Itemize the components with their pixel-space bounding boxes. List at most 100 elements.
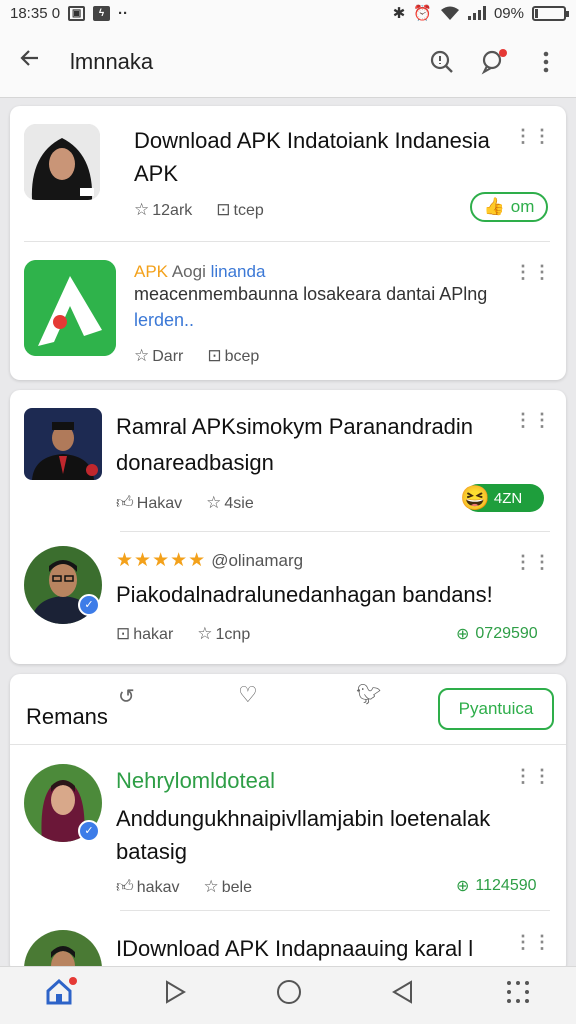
apps-grid-button[interactable] <box>505 979 531 1012</box>
more-options-button[interactable]: ⋮⋮ <box>514 410 552 431</box>
gallery-notification-icon: ▣ <box>68 5 86 21</box>
back-nav-button[interactable] <box>392 980 414 1011</box>
bluetooth-icon: ✱ <box>392 5 406 22</box>
share-meta: ⊡ tcep <box>216 200 264 219</box>
rating-meta: ☆ 12ark <box>134 200 193 219</box>
rating-meta: ☆ Darr <box>134 346 184 365</box>
list-item[interactable]: Ramral APKsimokym Paranandradin donaread… <box>10 390 566 530</box>
section-label: Remans <box>26 704 108 729</box>
more-notifications-icon: ·· <box>118 4 129 22</box>
more-options-button[interactable]: ⋮⋮ <box>514 262 552 283</box>
download-box-icon: ⊕ <box>456 878 470 895</box>
verified-badge-icon: ✓ <box>78 820 100 842</box>
like-meta: 👍︎ hakav <box>116 877 180 896</box>
comment-meta: ⊡ hakar <box>116 624 174 643</box>
more-options-button[interactable]: ⋮⋮ <box>514 766 552 787</box>
item-subtitle: donareadbasign <box>116 450 274 475</box>
search-icon <box>430 50 453 73</box>
app-thumbnail <box>24 124 100 200</box>
wifi-icon <box>440 6 459 20</box>
more-vertical-icon <box>543 51 549 72</box>
android-app-icon <box>24 260 116 356</box>
woman-hijab-image <box>24 124 100 200</box>
more-options-button[interactable]: ⋮⋮ <box>514 126 552 147</box>
verified-badge-icon: ✓ <box>78 594 100 616</box>
download-pill[interactable]: 👍 om <box>470 192 548 222</box>
item-link[interactable]: lerden.. <box>134 308 194 332</box>
share-count: ⊕ 0729590 <box>456 625 538 643</box>
arrow-left-icon <box>20 50 38 66</box>
home-notification-dot <box>69 977 78 985</box>
star-outline-icon: ☆ <box>197 624 213 643</box>
dots-grid-icon <box>506 981 529 1003</box>
star-outline-icon: ☆ <box>203 876 219 896</box>
battery-percent: 09% <box>493 4 524 22</box>
system-nav-bar <box>0 966 576 1024</box>
box-icon: ⊡ <box>216 200 231 219</box>
back-button[interactable] <box>18 46 58 77</box>
like-meta: 👍︎ Hakav <box>116 493 183 512</box>
thumbs-up-outline-icon: 👍︎ <box>116 877 134 896</box>
list-item[interactable]: ✓ ★★★★★ @olinamarg Piakodalnadralunedanh… <box>10 532 566 664</box>
home-tab-button[interactable] <box>45 977 78 1012</box>
list-item[interactable]: ✓ Nehrylomldoteal Anddungukhnaipivllamja… <box>10 746 566 906</box>
five-star-rating-icon: ★★★★★ <box>116 550 207 571</box>
notification-dot <box>499 48 507 57</box>
heart-outline-icon[interactable]: ♡ <box>238 682 258 708</box>
list-item[interactable]: Download APK Indatoiank Indanesia APK ⋮⋮… <box>10 106 566 240</box>
laughing-emoji-icon: 😆 <box>460 484 490 512</box>
star-outline-icon: ☆ <box>134 346 150 365</box>
section-header: Remans ↺ ♡ 🐦︎ Pyantuica <box>10 674 566 742</box>
overflow-menu-button[interactable] <box>530 46 562 78</box>
star-meta: ☆ 1cnp <box>197 624 251 643</box>
notifications-button[interactable] <box>478 46 510 78</box>
box-icon: ⊡ <box>207 346 222 365</box>
item-title: Download APK Indatoiank Indanesia APK <box>134 128 490 186</box>
news-thumbnail <box>24 408 102 480</box>
hook-icon[interactable]: ↺ <box>118 684 135 709</box>
feed-card-1: Download APK Indatoiank Indanesia APK ⋮⋮… <box>10 106 566 380</box>
feed-card-2: Ramral APKsimokym Paranandradin donaread… <box>10 390 566 664</box>
list-item[interactable]: IDownload APK Indapnaauing karal l ⋮⋮ <box>10 912 566 972</box>
item-title: IDownload APK Indapnaauing karal l <box>116 936 474 961</box>
bird-icon[interactable]: 🐦︎ <box>356 682 381 707</box>
author-name[interactable]: Nehrylomldoteal <box>116 764 275 797</box>
man-suit-image <box>24 408 102 480</box>
app-icon <box>24 260 116 356</box>
post-text: Piakodalnadralunedanhagan bandans! <box>116 582 493 607</box>
reaction-badge[interactable]: 😆 4ZN <box>460 484 544 512</box>
signal-icon <box>467 6 486 20</box>
flash-notification-icon: ϟ <box>93 5 111 21</box>
share-count: ⊕ 1124590 <box>456 877 537 895</box>
user-handle[interactable]: @olinamarg <box>211 551 303 570</box>
share-meta: ⊡ bcep <box>207 346 260 365</box>
divider <box>10 744 566 745</box>
more-options-button[interactable]: ⋮⋮ <box>514 552 552 573</box>
star-outline-icon: ☆ <box>134 200 150 219</box>
more-options-button[interactable]: ⋮⋮ <box>514 932 552 953</box>
circle-home-icon <box>276 980 301 1004</box>
app-bar: Ɩmnnaka <box>0 26 576 98</box>
list-item[interactable]: APK Aogi linanda meacenmembaunna losakea… <box>10 242 566 380</box>
search-button[interactable] <box>426 46 458 78</box>
post-text: Anddungukhnaipivllamjabin loetenalak bat… <box>116 806 491 864</box>
divider <box>120 910 550 911</box>
battery-icon <box>532 5 569 21</box>
status-bar: 18:35 0 ▣ ϟ ·· ✱ ⏰ 09% <box>0 0 576 26</box>
status-time: 18:35 0 <box>10 4 61 22</box>
follow-button[interactable]: Pyantuica <box>438 688 554 730</box>
page-title: Ɩmnnaka <box>70 48 154 74</box>
star-outline-icon: ☆ <box>206 492 222 512</box>
item-description: meacenmembaunna losakeara dantai APlng <box>134 284 488 304</box>
home-button[interactable] <box>276 979 302 1012</box>
download-box-icon: ⊕ <box>456 626 470 643</box>
rating-line: ★★★★★ @olinamarg <box>116 548 303 573</box>
feed-card-3: Remans ↺ ♡ 🐦︎ Pyantuica ✓ Nehrylomldotea… <box>10 674 566 974</box>
play-icon <box>165 980 186 1004</box>
triangle-back-icon <box>392 980 413 1004</box>
thumbs-up-icon: 👍 <box>483 197 505 216</box>
item-title: Ramral APKsimokym Paranandradin <box>116 414 474 439</box>
thumbs-up-outline-icon: 👍︎ <box>116 493 134 512</box>
play-button[interactable] <box>164 980 186 1011</box>
comment-icon: ⊡ <box>116 624 131 643</box>
